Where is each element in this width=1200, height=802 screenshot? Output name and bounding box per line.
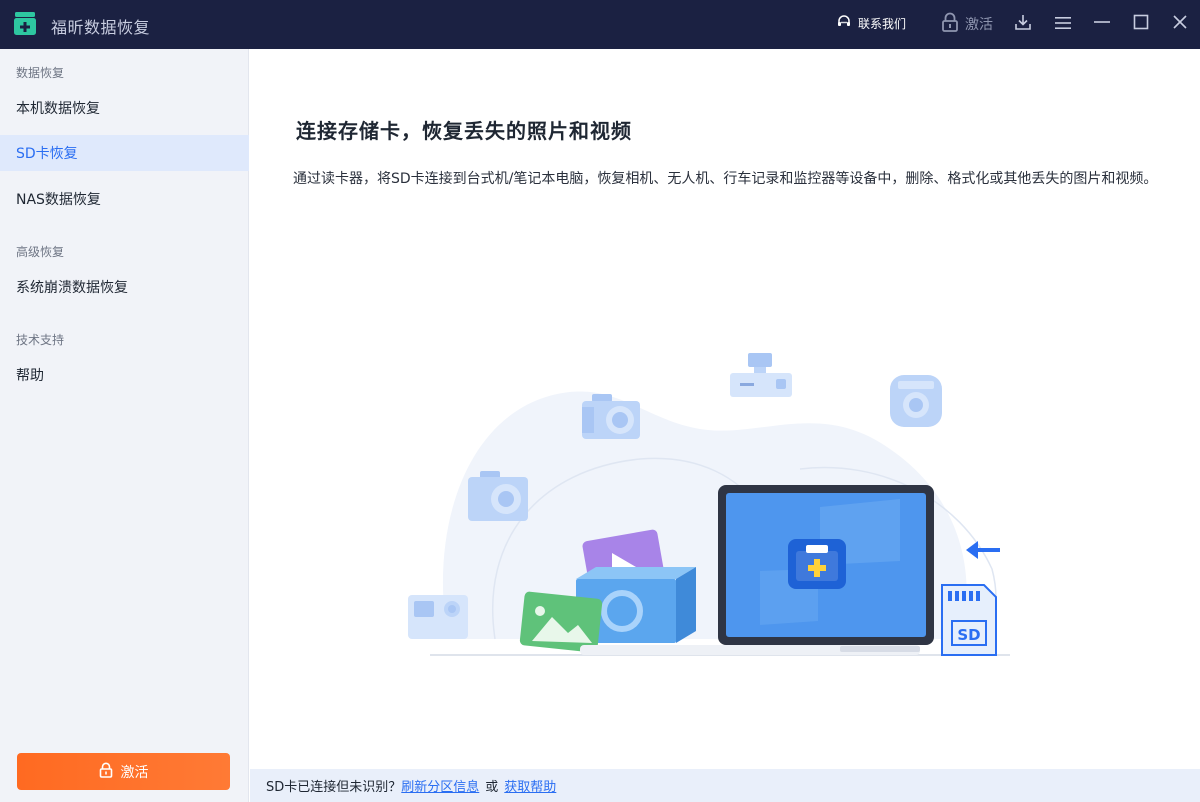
footer-or-text: 或 [485,780,499,795]
minimize-button[interactable] [1090,12,1114,36]
main-content: 连接存储卡，恢复丢失的照片和视频 通过读卡器，将SD卡连接到台式机/笔记本电脑，… [250,49,1200,769]
footer-text: SD卡已连接但未识别？ [266,780,402,795]
action-camera-icon [408,595,468,639]
headset-icon [836,14,852,33]
sd-card-icon: SD [941,584,997,656]
close-icon [1172,14,1188,34]
page-title: 连接存储卡，恢复丢失的照片和视频 [296,119,632,143]
sidebar-item-system-crash-recovery[interactable]: 系统崩溃数据恢复 [0,269,249,305]
title-bar: 福昕数据恢复 联系我们 激活 [0,0,1200,49]
app-title: 福昕数据恢复 [51,18,151,37]
sidebar-section-advanced-recovery: 高级恢复 [16,245,65,259]
lock-icon [99,762,113,782]
sidebar-item-local-recovery[interactable]: 本机数据恢复 [0,90,249,126]
maximize-icon [1133,14,1149,34]
sd-recovery-illustration: SD [408,353,1010,656]
hamburger-menu-icon [1055,15,1071,34]
page-description: 通过读卡器，将SD卡连接到台式机/笔记本电脑，恢复相机、无人机、行车记录和监控器… [293,171,1158,187]
minimize-icon [1094,14,1110,34]
sidebar-item-sd-card-recovery[interactable]: SD卡恢复 [0,135,249,171]
dashcam-icon [730,353,792,397]
refresh-partition-link[interactable]: 刷新分区信息 [401,776,479,795]
sidebar-item-help[interactable]: 帮助 [0,357,249,393]
titlebar-activate-button[interactable]: 激活 [941,12,993,36]
sidebar: 数据恢复 本机数据恢复 SD卡恢复 NAS数据恢复 高级恢复 系统崩溃数据恢复 … [0,49,249,802]
sidebar-item-nas-recovery[interactable]: NAS数据恢复 [0,181,249,217]
security-camera-icon [890,375,942,427]
contact-us-label: 联系我们 [858,17,907,31]
lock-icon [941,12,959,36]
get-help-link[interactable]: 获取帮助 [504,776,556,795]
arrow-left-icon [966,541,1000,559]
sd-card-label: SD [957,626,980,644]
footer-bar: SD卡已连接但未识别？ 刷新分区信息 或 获取帮助 [250,769,1200,802]
contact-us-button[interactable]: 联系我们 [836,14,906,33]
close-button[interactable] [1168,12,1192,36]
image-file-icon [519,591,603,653]
sidebar-activate-button[interactable]: 激活 [17,753,230,790]
maximize-button[interactable] [1129,12,1153,36]
menu-button[interactable] [1051,12,1075,36]
sidebar-activate-label: 激活 [120,764,149,781]
sidebar-section-data-recovery: 数据恢复 [16,66,65,80]
download-button[interactable] [1011,12,1035,36]
camera-icon [468,471,528,521]
download-icon [1014,13,1032,35]
app-logo-icon [14,12,36,36]
titlebar-activate-label: 激活 [965,17,993,33]
sidebar-section-tech-support: 技术支持 [16,333,65,347]
